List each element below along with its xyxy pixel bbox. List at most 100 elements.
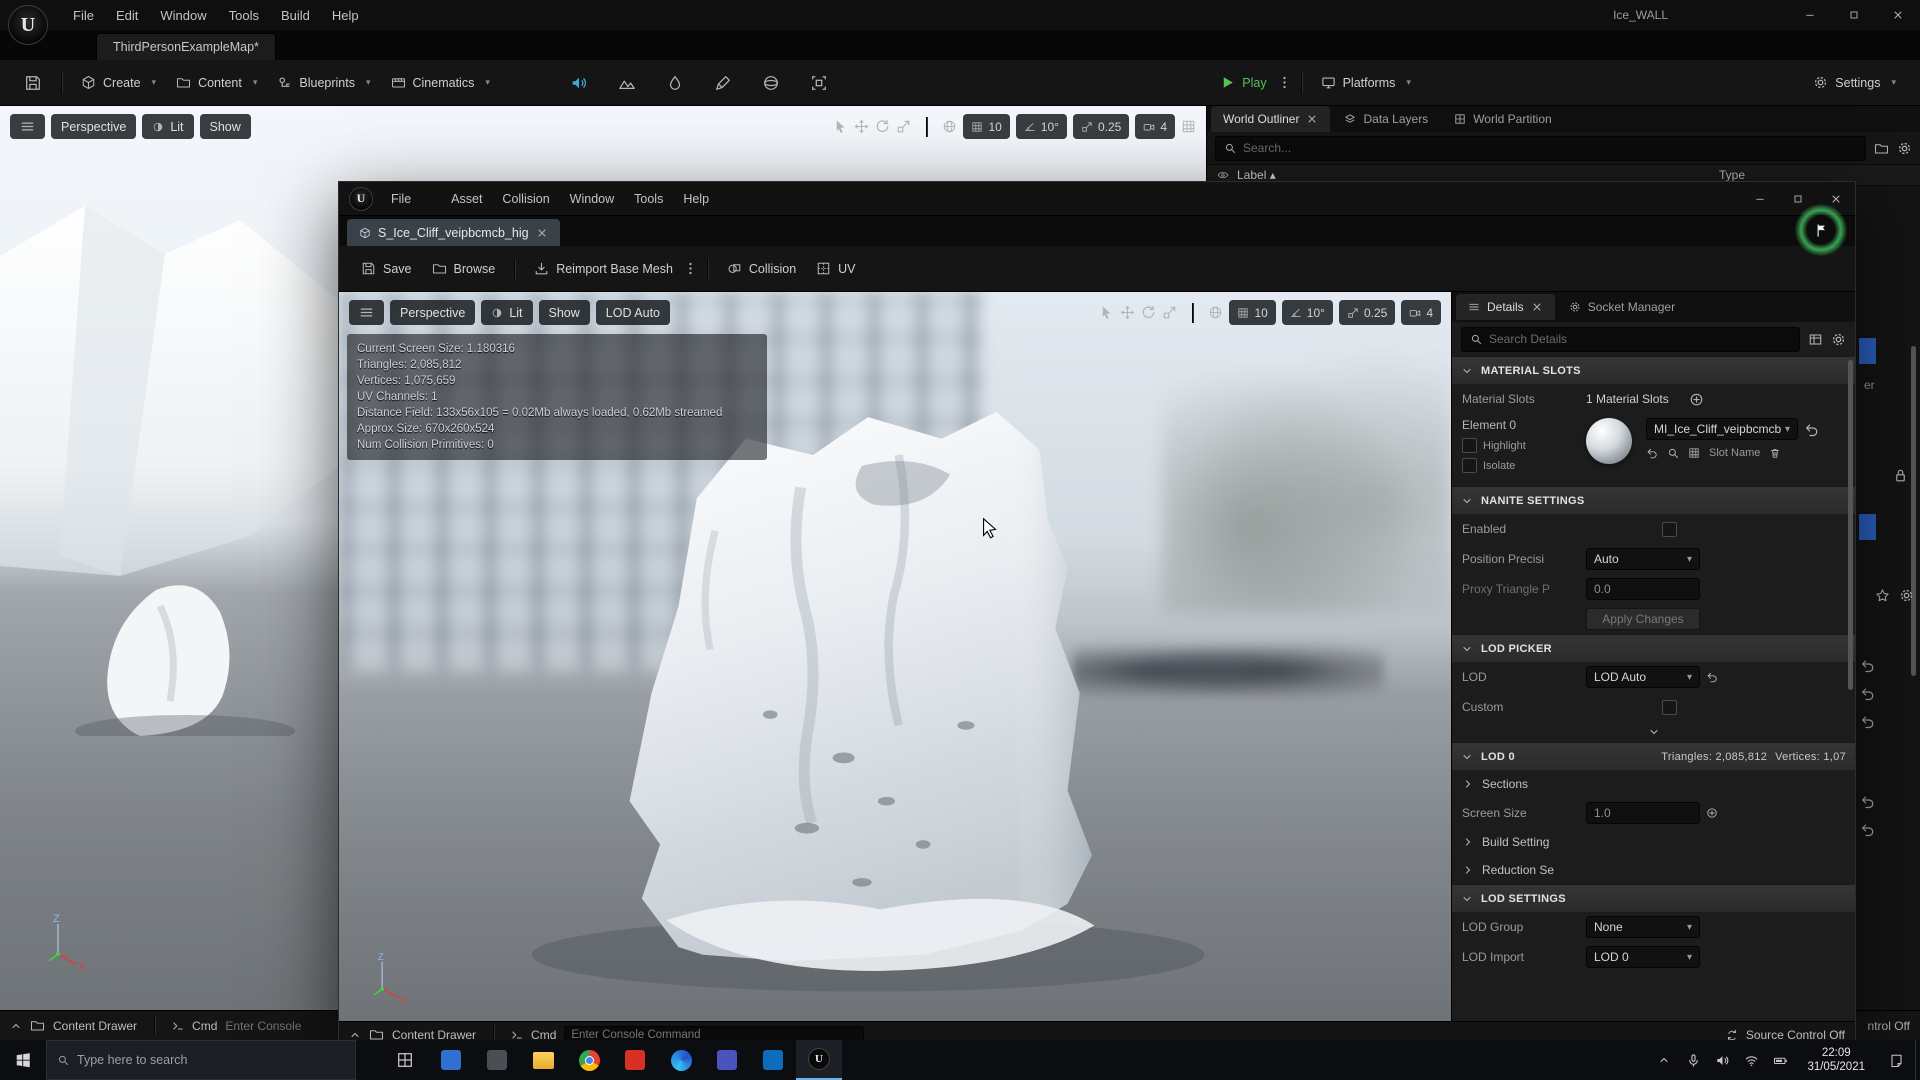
lock-icon[interactable] — [1893, 468, 1908, 483]
taskbar-search[interactable] — [46, 1040, 356, 1080]
content-drawer-button[interactable]: Content Drawer — [53, 1019, 137, 1033]
mesh-save-button[interactable]: Save — [351, 253, 422, 285]
mesh-menu-edit[interactable] — [421, 182, 441, 216]
tray-volume-icon[interactable] — [1715, 1053, 1730, 1068]
lit-button[interactable]: Lit — [142, 114, 193, 139]
new-folder-icon[interactable] — [1874, 141, 1889, 156]
chrome-icon[interactable] — [566, 1040, 612, 1080]
mesh-menu-help[interactable]: Help — [673, 182, 719, 216]
sections-expander[interactable]: Sections — [1452, 770, 1855, 798]
visibility-column-icon[interactable] — [1217, 169, 1229, 181]
favorites-star-icon[interactable] — [1875, 588, 1890, 603]
reset-arrow-icon[interactable] — [1860, 794, 1875, 809]
viewport-menu-button[interactable] — [10, 114, 45, 139]
outliner-search-input[interactable] — [1243, 141, 1857, 155]
use-selected-icon[interactable] — [1646, 447, 1658, 459]
details-scrollbar[interactable] — [1848, 360, 1853, 690]
unreal-engine-taskbar-icon[interactable]: U — [796, 1040, 842, 1080]
scale-snap-control[interactable]: 0.25 — [1073, 114, 1129, 139]
reduction-settings-expander[interactable]: Reduction Se — [1452, 856, 1855, 884]
scale-tool-icon[interactable] — [1162, 305, 1177, 320]
lod-select[interactable]: LOD Auto — [1586, 666, 1700, 688]
mesh-menu-asset[interactable]: Asset — [441, 182, 492, 216]
move-tool-icon[interactable] — [1120, 305, 1135, 320]
tab-world-outliner[interactable]: World Outliner — [1211, 106, 1330, 132]
unreal-logo[interactable]: U — [8, 5, 48, 45]
lod-group-select[interactable]: None — [1586, 916, 1700, 938]
outliner-settings-icon[interactable] — [1897, 141, 1912, 156]
material-select[interactable]: MI_Ice_Cliff_veipbcmcb — [1646, 418, 1798, 440]
section-lod0[interactable]: LOD 0 Triangles: 2,085,812 Vertices: 1,0… — [1452, 742, 1855, 770]
mail-app-icon[interactable] — [428, 1040, 474, 1080]
tab-world-partition[interactable]: World Partition — [1442, 106, 1563, 132]
move-tool-icon[interactable] — [854, 119, 869, 134]
close-button[interactable] — [1876, 0, 1920, 30]
section-material-slots[interactable]: MATERIAL SLOTS — [1452, 356, 1855, 384]
show-desktop-button[interactable] — [1915, 1040, 1920, 1080]
apply-changes-button[interactable]: Apply Changes — [1586, 608, 1700, 630]
camera-speed-control[interactable]: 4 — [1135, 114, 1175, 139]
menu-edit[interactable]: Edit — [105, 0, 149, 30]
viewport-layout-icon[interactable] — [1181, 119, 1196, 134]
tab-data-layers[interactable]: Data Layers — [1332, 106, 1440, 132]
lod-picker-expander[interactable] — [1452, 722, 1855, 742]
find-material-icon[interactable] — [1667, 447, 1679, 459]
mesh-perspective-button[interactable]: Perspective — [390, 300, 475, 325]
type-column-header[interactable]: Type — [1719, 168, 1745, 182]
lod-auto-button[interactable]: LOD Auto — [596, 300, 670, 325]
asset-tab-close-icon[interactable] — [536, 227, 548, 239]
play-button[interactable]: Play — [1210, 67, 1276, 99]
reset-lod-icon[interactable] — [1706, 671, 1718, 683]
uv-button[interactable]: UV — [806, 253, 865, 285]
selection-mode-icon[interactable] — [810, 74, 828, 92]
menu-window[interactable]: Window — [149, 0, 217, 30]
mesh-menu-collision[interactable]: Collision — [492, 182, 559, 216]
build-settings-expander[interactable]: Build Setting — [1452, 828, 1855, 856]
expand-drawer-icon[interactable] — [10, 1020, 22, 1032]
section-lod-picker[interactable]: LOD PICKER — [1452, 634, 1855, 662]
taskbar-search-input[interactable] — [77, 1053, 345, 1067]
rotation-snap-control[interactable]: 10° — [1016, 114, 1067, 139]
blueprints-button[interactable]: Blueprints▾ — [267, 67, 380, 99]
save-button[interactable] — [14, 67, 52, 99]
create-button[interactable]: Create▾ — [71, 67, 166, 99]
mesh-grid-snap-control[interactable]: 10 — [1229, 300, 1275, 325]
rotate-tool-icon[interactable] — [875, 119, 890, 134]
audio-mode-icon[interactable] — [570, 74, 588, 92]
start-button[interactable] — [0, 1040, 46, 1080]
mesh-viewport-menu-button[interactable] — [349, 300, 384, 325]
mesh-show-button[interactable]: Show — [539, 300, 590, 325]
tray-battery-icon[interactable] — [1773, 1053, 1788, 1068]
reset-material-icon[interactable] — [1804, 422, 1819, 437]
maximize-button[interactable] — [1832, 0, 1876, 30]
world-space-icon[interactable] — [1208, 305, 1223, 320]
play-options-icon[interactable] — [1277, 75, 1292, 90]
reset-arrow-icon[interactable] — [1860, 714, 1875, 729]
scale-tool-icon[interactable] — [896, 119, 911, 134]
task-view-icon[interactable] — [382, 1040, 428, 1080]
settings-button[interactable]: Settings▾ — [1803, 67, 1906, 99]
nanite-enabled-checkbox[interactable] — [1662, 522, 1677, 537]
details-search-input[interactable] — [1489, 332, 1791, 346]
menu-file[interactable]: File — [62, 0, 105, 30]
menu-help[interactable]: Help — [321, 0, 370, 30]
mesh-menu-window[interactable]: Window — [560, 182, 624, 216]
position-precision-select[interactable]: Auto — [1586, 548, 1700, 570]
reset-arrow-icon[interactable] — [1860, 658, 1875, 673]
mesh-scale-snap-control[interactable]: 0.25 — [1339, 300, 1395, 325]
outlook-icon[interactable] — [750, 1040, 796, 1080]
details-view-options-icon[interactable] — [1808, 332, 1823, 347]
isolate-checkbox[interactable] — [1462, 458, 1477, 473]
delete-slot-icon[interactable] — [1769, 447, 1781, 459]
level-tab[interactable]: ThirdPersonExampleMap* — [96, 33, 276, 60]
action-center-icon[interactable] — [1877, 1040, 1915, 1080]
mesh-editor-titlebar[interactable]: U File Asset Collision Window Tools Help — [339, 182, 1855, 216]
show-button[interactable]: Show — [200, 114, 251, 139]
mesh-browse-button[interactable]: Browse — [422, 253, 506, 285]
asset-tab[interactable]: S_Ice_Cliff_veipbcmcb_hig — [347, 219, 560, 246]
material-preview-sphere[interactable] — [1586, 418, 1632, 464]
clock[interactable]: 22:09 31/05/2021 — [1807, 1046, 1865, 1074]
foliage-mode-icon[interactable] — [666, 74, 684, 92]
reset-arrow-icon[interactable] — [1860, 822, 1875, 837]
details-search[interactable] — [1461, 327, 1800, 352]
